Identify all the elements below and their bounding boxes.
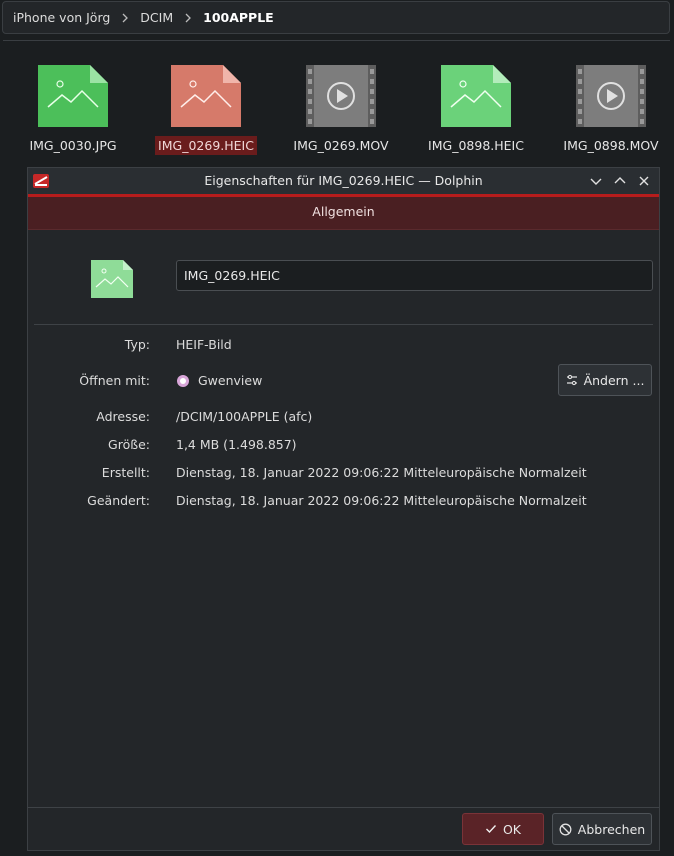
minimize-icon[interactable] bbox=[589, 174, 603, 188]
video-file-icon bbox=[306, 65, 376, 127]
dialog-footer: OK Abbrechen bbox=[28, 807, 659, 850]
cancel-icon bbox=[559, 823, 572, 835]
file-item[interactable]: IMG_0898.MOV bbox=[551, 65, 671, 155]
ok-button-label: OK bbox=[502, 821, 522, 837]
file-item-selected[interactable]: IMG_0269.HEIC bbox=[146, 65, 266, 155]
breadcrumb-item-dcim[interactable]: DCIM bbox=[140, 10, 173, 25]
size-label: Größe: bbox=[108, 437, 150, 452]
breadcrumb-item-device[interactable]: iPhone von Jörg bbox=[13, 10, 110, 25]
open-with-label: Öffnen mit: bbox=[79, 373, 150, 388]
cancel-button-label: Abbrechen bbox=[577, 821, 646, 837]
dialog-title: Eigenschaften für IMG_0269.HEIC — Dolphi… bbox=[204, 173, 483, 188]
tab-general[interactable]: Allgemein bbox=[28, 197, 659, 230]
video-file-icon bbox=[576, 65, 646, 127]
change-button[interactable]: Ändern ... bbox=[558, 364, 652, 396]
divider bbox=[34, 324, 653, 325]
properties-dialog: Eigenschaften für IMG_0269.HEIC — Dolphi… bbox=[27, 167, 660, 851]
file-item[interactable]: IMG_0030.JPG bbox=[13, 65, 133, 155]
modified-value: Dienstag, 18. Januar 2022 09:06:22 Mitte… bbox=[176, 493, 587, 508]
close-icon[interactable] bbox=[637, 174, 651, 188]
image-file-icon bbox=[38, 65, 108, 127]
size-value: 1,4 MB (1.498.857) bbox=[176, 437, 297, 452]
maximize-icon[interactable] bbox=[613, 174, 627, 188]
dialog-titlebar[interactable]: Eigenschaften für IMG_0269.HEIC — Dolphi… bbox=[28, 168, 659, 197]
file-item[interactable]: IMG_0269.MOV bbox=[281, 65, 401, 155]
change-button-label: Ändern ... bbox=[583, 372, 645, 388]
open-with-app-name: Gwenview bbox=[198, 373, 263, 388]
filename-input[interactable]: IMG_0269.HEIC bbox=[176, 260, 653, 291]
open-with-value: Gwenview bbox=[176, 373, 262, 388]
address-value: /DCIM/100APPLE (afc) bbox=[176, 409, 313, 424]
file-name: IMG_0030.JPG bbox=[29, 138, 117, 153]
file-name: IMG_0898.MOV bbox=[563, 138, 659, 153]
image-file-icon bbox=[441, 65, 511, 127]
file-name: IMG_0269.HEIC bbox=[155, 136, 257, 155]
chevron-right-icon bbox=[119, 12, 131, 24]
address-label: Adresse: bbox=[96, 409, 150, 424]
file-name: IMG_0898.HEIC bbox=[428, 138, 524, 153]
breadcrumb-item-current[interactable]: 100APPLE bbox=[203, 10, 274, 25]
breadcrumb: iPhone von Jörg DCIM 100APPLE bbox=[2, 1, 670, 34]
cancel-button[interactable]: Abbrechen bbox=[552, 813, 652, 845]
gwenview-icon bbox=[176, 374, 190, 388]
file-name: IMG_0269.MOV bbox=[293, 138, 389, 153]
checkmark-icon bbox=[485, 825, 496, 834]
image-file-icon bbox=[171, 65, 241, 127]
created-label: Erstellt: bbox=[101, 465, 150, 480]
chevron-right-icon bbox=[182, 12, 194, 24]
ok-button[interactable]: OK bbox=[462, 813, 544, 845]
modified-label: Geändert: bbox=[87, 493, 150, 508]
type-value: HEIF-Bild bbox=[176, 337, 232, 352]
type-label: Typ: bbox=[124, 337, 150, 352]
image-file-icon bbox=[91, 260, 133, 298]
created-value: Dienstag, 18. Januar 2022 09:06:22 Mitte… bbox=[176, 465, 587, 480]
file-item[interactable]: IMG_0898.HEIC bbox=[416, 65, 536, 155]
settings-sliders-icon bbox=[566, 374, 577, 386]
